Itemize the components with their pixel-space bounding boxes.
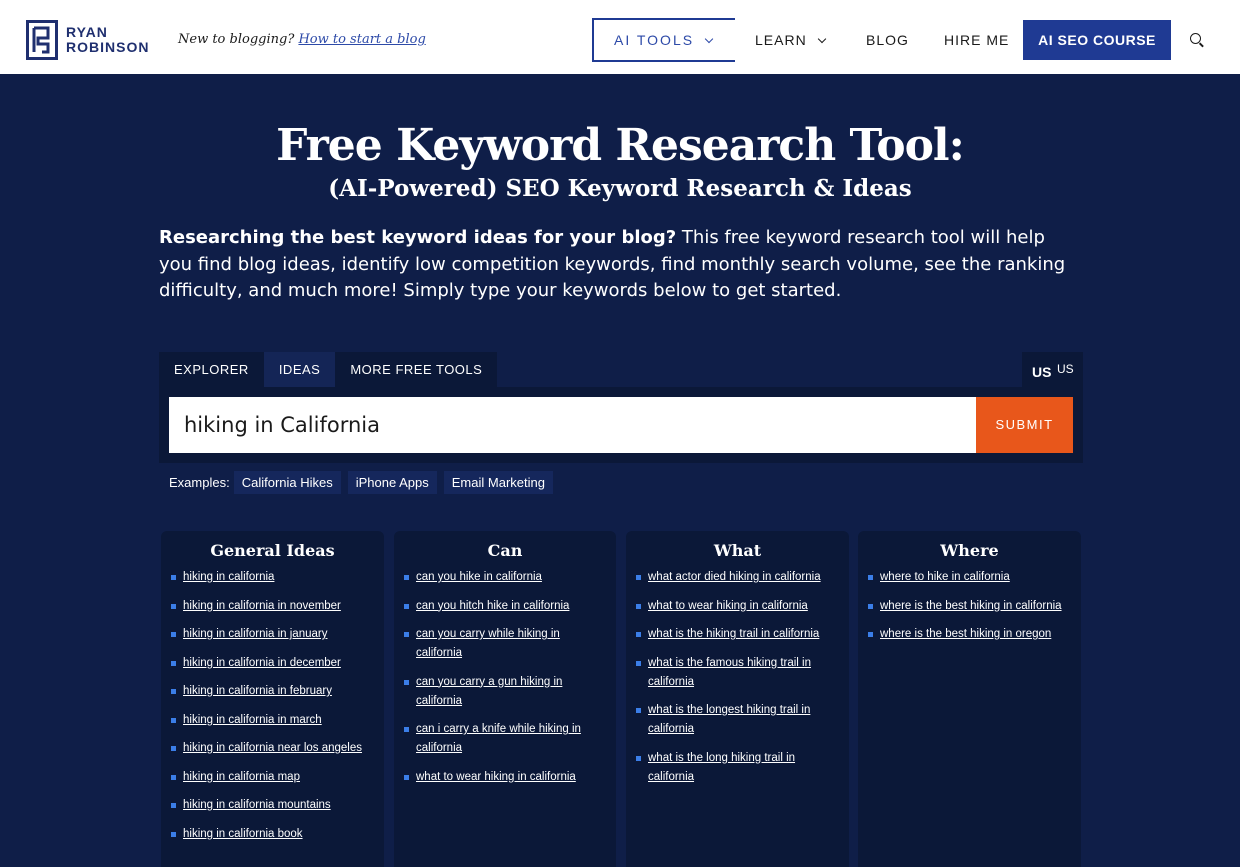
keyword-link[interactable]: can you hike in california (404, 568, 604, 587)
site-logo[interactable]: RYAN ROBINSON (26, 19, 158, 61)
keyword-link[interactable]: what is the hiking trail in california (636, 625, 837, 644)
keyword-link[interactable]: can you carry while hiking in california (404, 625, 604, 663)
results-list: can you hike in california can you hitch… (394, 568, 616, 787)
keyword-link[interactable]: hiking in california map (171, 768, 372, 787)
logo-line-1: RYAN (66, 24, 108, 40)
keyword-link[interactable]: hiking in california near los angeles (171, 739, 372, 758)
nav-ai-tools[interactable]: AI TOOLS (592, 18, 735, 62)
results-card-what: What what actor died hiking in californi… (626, 531, 849, 867)
example-chip[interactable]: iPhone Apps (347, 471, 437, 494)
tab-more-free-tools[interactable]: MORE FREE TOOLS (335, 352, 498, 387)
country-code: US (1057, 362, 1074, 376)
results-card-where: Where where to hike in california where … (858, 531, 1081, 867)
keyword-link[interactable]: what to wear hiking in california (636, 597, 837, 616)
results-card-general: General Ideas hiking in california hikin… (161, 531, 384, 867)
page-subtitle: (AI-Powered) SEO Keyword Research & Idea… (328, 175, 912, 202)
keyword-link[interactable]: what is the famous hiking trail in calif… (636, 654, 837, 692)
example-chip[interactable]: Email Marketing (443, 471, 553, 494)
tab-explorer[interactable]: EXPLORER (159, 352, 264, 387)
results-list: what actor died hiking in california wha… (626, 568, 849, 787)
intro-paragraph: Researching the best keyword ideas for y… (159, 225, 1079, 305)
keyword-link[interactable]: can you carry a gun hiking in california (404, 673, 604, 711)
header-tagline: New to blogging? How to start a blog (178, 32, 426, 47)
tagline-prefix: New to blogging? (178, 32, 295, 47)
keyword-link[interactable]: can you hitch hike in california (404, 597, 604, 616)
examples-label: Examples: (169, 475, 230, 490)
keyword-link[interactable]: what actor died hiking in california (636, 568, 837, 587)
keyword-link[interactable]: where is the best hiking in california (868, 597, 1069, 616)
card-heading: General Ideas (210, 541, 335, 560)
keyword-link[interactable]: hiking in california in november (171, 597, 372, 616)
country-flag-icon: US (1032, 364, 1052, 380)
tool-tabs: EXPLORER IDEAS MORE FREE TOOLS (159, 352, 498, 387)
page-title: Free Keyword Research Tool: (276, 120, 965, 171)
nav-hire-me[interactable]: HIRE ME (944, 30, 1009, 50)
keyword-link[interactable]: hiking in california (171, 568, 372, 587)
card-heading: Where (940, 541, 999, 560)
nav-ai-tools-label: AI TOOLS (614, 32, 695, 48)
keyword-link[interactable]: where to hike in california (868, 568, 1069, 587)
logo-mark-icon (26, 20, 58, 60)
keyword-link[interactable]: hiking in california book (171, 825, 372, 844)
search-icon[interactable] (1190, 33, 1201, 44)
keyword-link[interactable]: what is the long hiking trail in califor… (636, 749, 837, 787)
results-card-can: Can can you hike in california can you h… (394, 531, 616, 867)
example-chip[interactable]: California Hikes (233, 471, 341, 494)
submit-button[interactable]: SUBMIT (976, 397, 1073, 453)
tab-ideas[interactable]: IDEAS (263, 352, 336, 387)
card-heading: What (713, 541, 762, 560)
search-panel: hiking in California SUBMIT (159, 387, 1083, 463)
keyword-link[interactable]: hiking in california in january (171, 625, 372, 644)
logo-text: RYAN ROBINSON (66, 25, 149, 55)
keyword-link[interactable]: hiking in california in february (171, 682, 372, 701)
keyword-link[interactable]: where is the best hiking in oregon (868, 625, 1069, 644)
keyword-link[interactable]: hiking in california in march (171, 711, 372, 730)
intro-bold: Researching the best keyword ideas for y… (159, 227, 677, 248)
keyword-link[interactable]: can i carry a knife while hiking in cali… (404, 720, 604, 758)
site-header: RYAN ROBINSON New to blogging? How to st… (0, 0, 1240, 74)
keyword-link[interactable]: hiking in california mountains (171, 796, 372, 815)
start-blog-link[interactable]: How to start a blog (298, 32, 425, 47)
nav-learn-label: LEARN (755, 32, 807, 48)
keyword-link[interactable]: what to wear hiking in california (404, 768, 604, 787)
logo-line-2: ROBINSON (66, 39, 150, 55)
keyword-search-input[interactable]: hiking in California (169, 397, 976, 453)
keyword-link[interactable]: hiking in california in december (171, 654, 372, 673)
chevron-down-icon (704, 34, 714, 44)
ai-seo-course-button[interactable]: AI SEO COURSE (1023, 20, 1171, 60)
chevron-down-icon (817, 34, 826, 44)
keyword-link[interactable]: what is the longest hiking trail in cali… (636, 701, 837, 739)
results-list: where to hike in california where is the… (858, 568, 1081, 644)
results-list: hiking in california hiking in californi… (161, 568, 384, 844)
card-heading: Can (487, 541, 523, 560)
nav-learn[interactable]: LEARN (755, 30, 826, 50)
examples-row: Examples: California Hikes iPhone Apps E… (169, 471, 560, 494)
nav-blog[interactable]: BLOG (866, 30, 909, 50)
country-selector[interactable]: US US (1022, 352, 1083, 387)
